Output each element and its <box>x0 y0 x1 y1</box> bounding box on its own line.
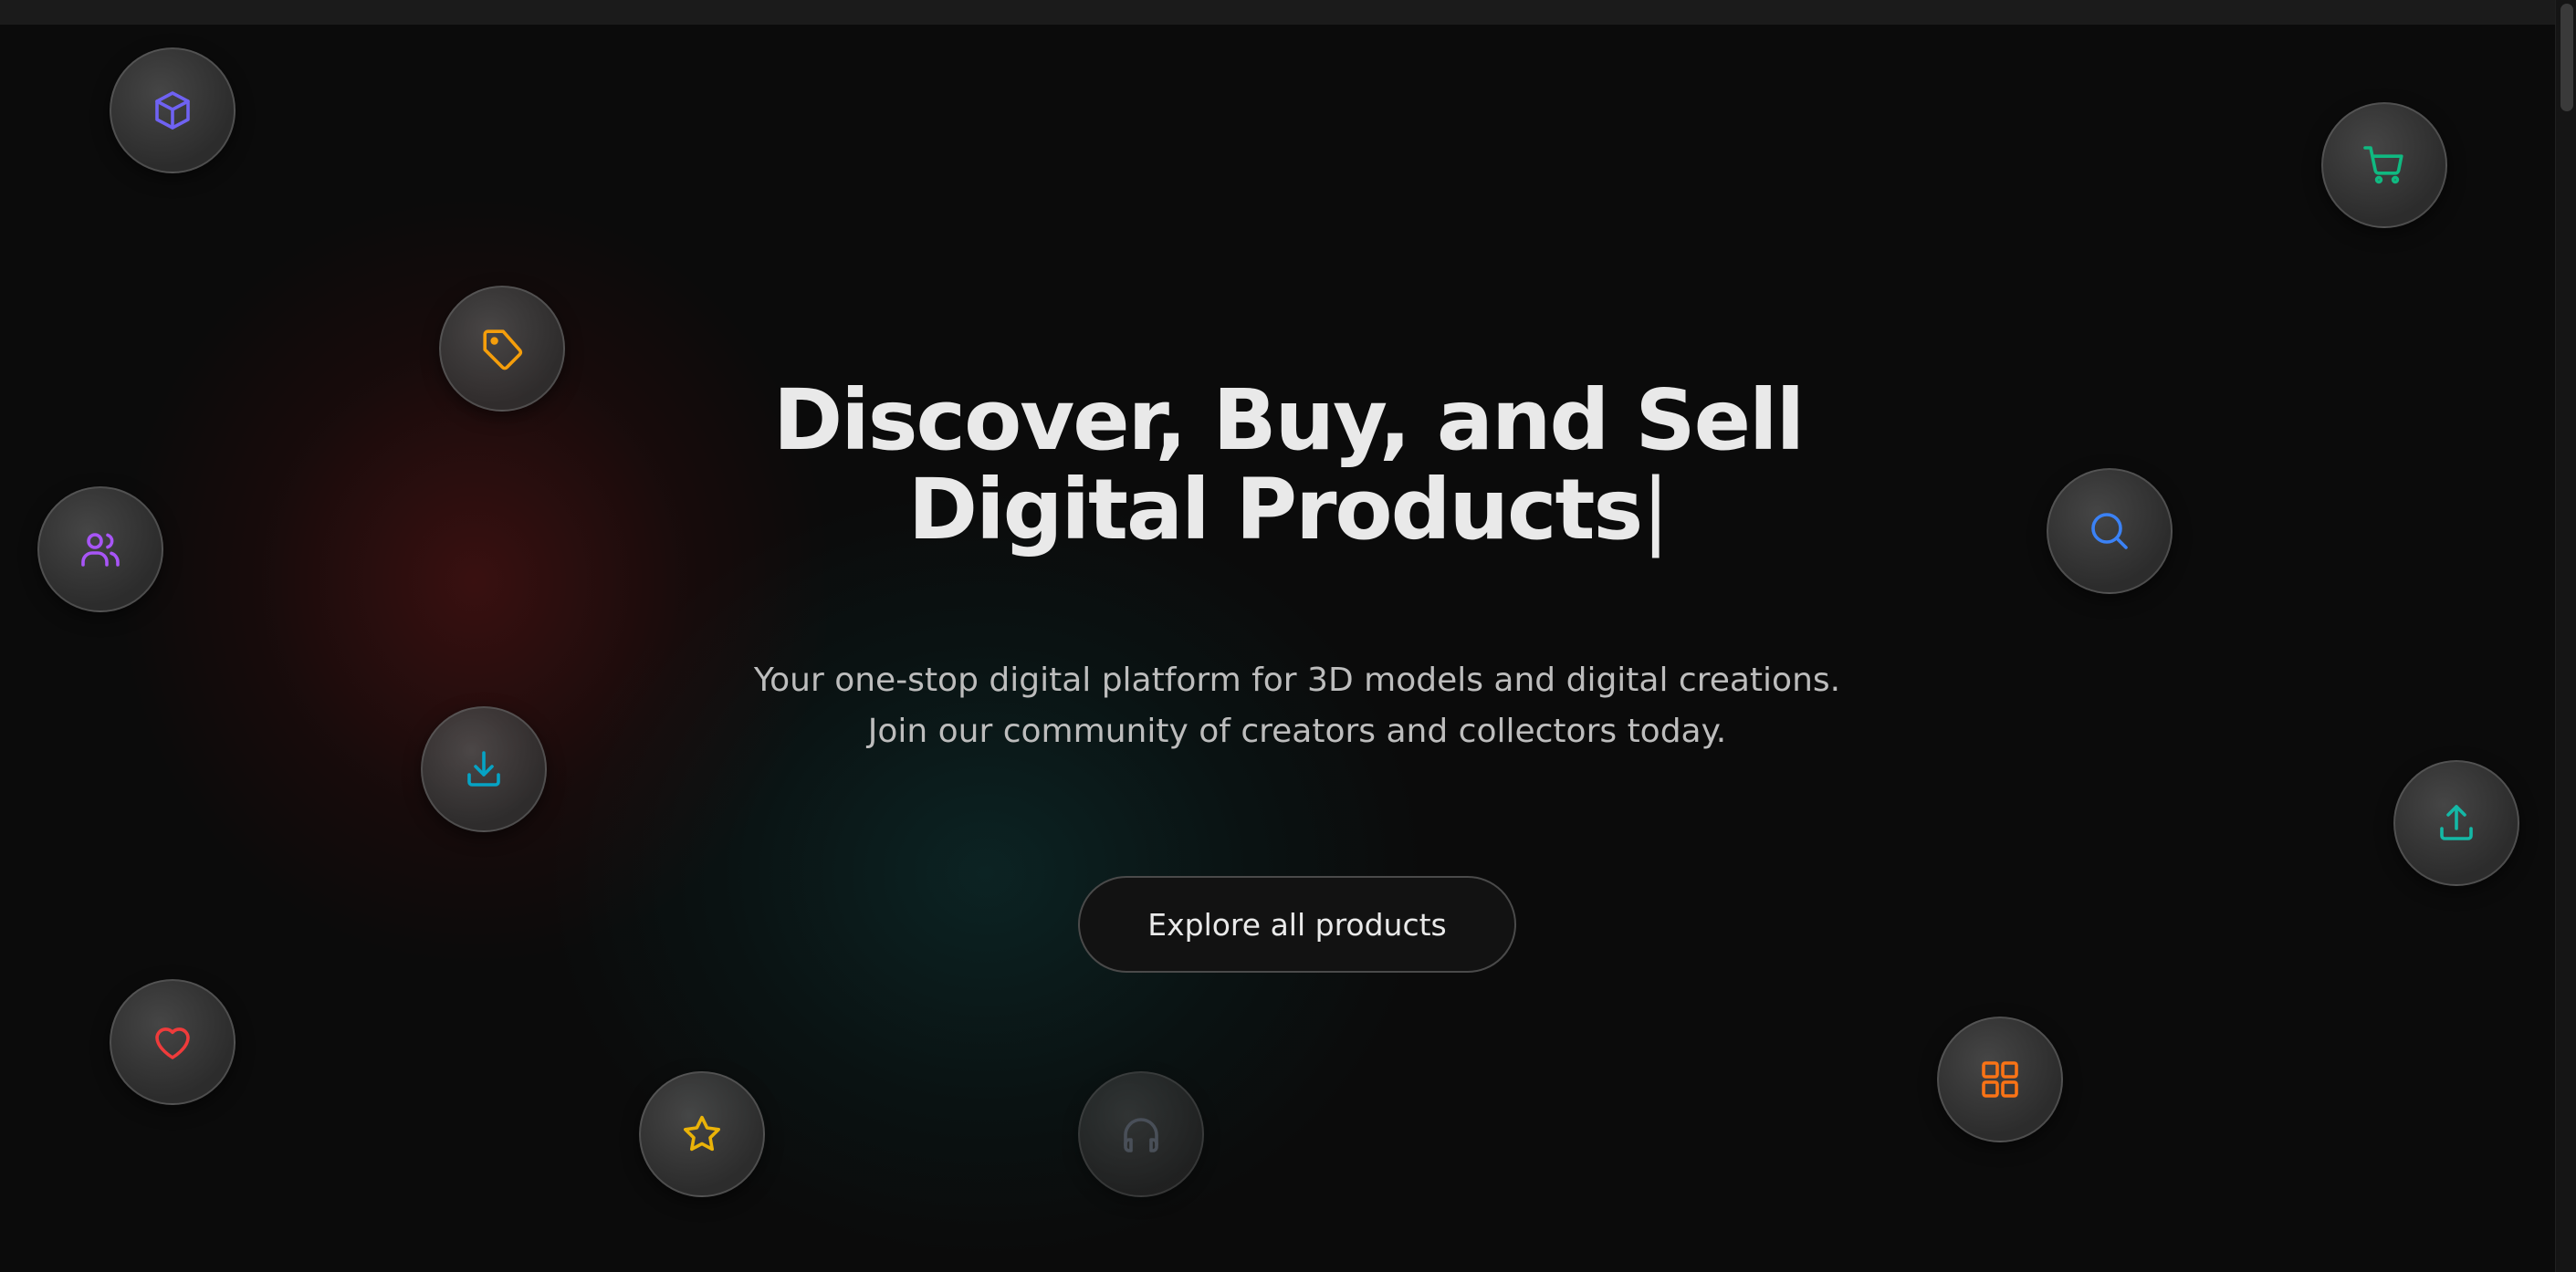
browser-top-bar <box>0 0 2556 25</box>
headline-line-2: Digital Products| <box>0 465 2576 555</box>
cart-bubble[interactable] <box>2321 102 2447 228</box>
upload-icon <box>2440 805 2473 840</box>
subtitle-line-2: Join our community of creators and colle… <box>867 713 1727 750</box>
scrollbar-thumb[interactable] <box>2560 4 2573 111</box>
typing-cursor: | <box>1641 461 1670 558</box>
hero-section <box>0 25 2556 1272</box>
grid-bubble[interactable] <box>1937 1017 2063 1142</box>
headphones-bubble[interactable] <box>1078 1071 1204 1197</box>
upload-bubble[interactable] <box>2393 760 2519 886</box>
heart-icon <box>155 1027 190 1059</box>
hero-headline: Discover, Buy, and Sell Digital Products… <box>0 376 2576 555</box>
headline-line-1: Discover, Buy, and Sell <box>772 371 1805 469</box>
star-bubble[interactable] <box>639 1071 765 1197</box>
hero-subtitle: Your one-stop digital platform for 3D mo… <box>0 655 2576 757</box>
star-icon <box>684 1115 720 1152</box>
cube-icon <box>155 91 190 130</box>
page: Discover, Buy, and Sell Digital Products… <box>0 0 2576 1272</box>
tag-icon <box>483 329 523 370</box>
grid-icon <box>1982 1061 2018 1098</box>
subtitle-line-1: Your one-stop digital platform for 3D mo… <box>753 662 1841 699</box>
headphones-icon <box>1124 1118 1158 1152</box>
headline-line-2-text: Digital Products <box>907 461 1644 558</box>
cart-icon <box>2363 146 2403 184</box>
explore-products-button[interactable]: Explore all products <box>1078 876 1516 973</box>
cube-bubble[interactable] <box>110 47 236 173</box>
scrollbar[interactable] <box>2555 0 2576 1272</box>
heart-bubble[interactable] <box>110 979 236 1105</box>
